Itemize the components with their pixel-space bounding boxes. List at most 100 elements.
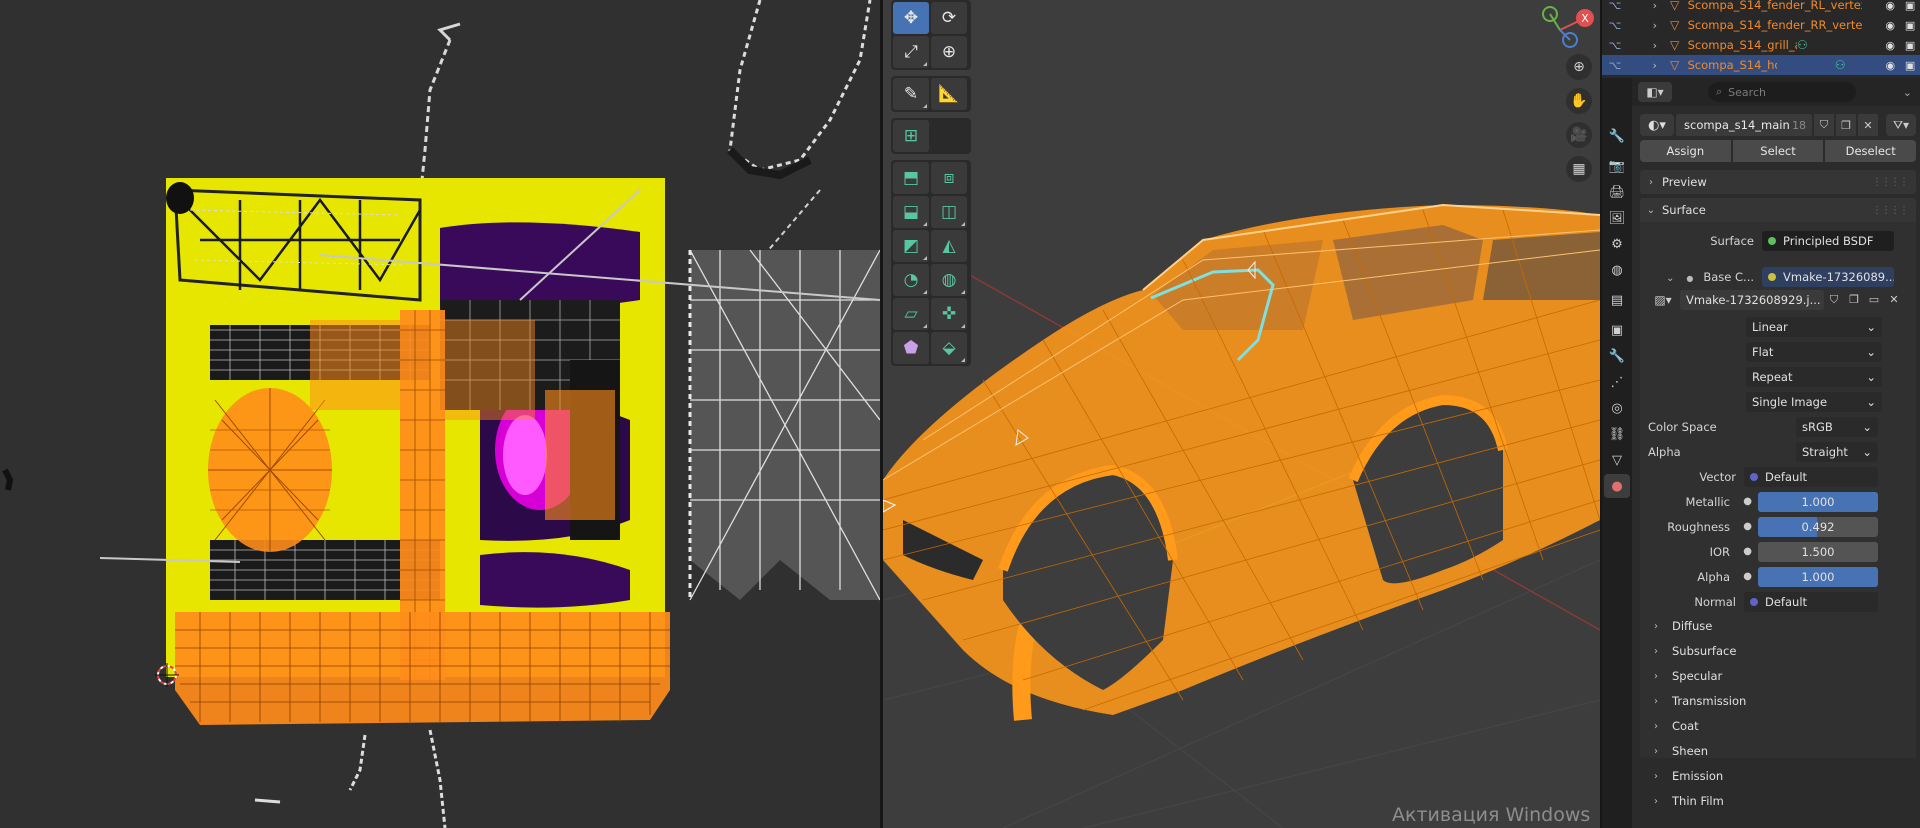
subpanel-diffuse[interactable]: › Diffuse [1640,614,1916,638]
roughness-slider[interactable]: 0.492 [1758,516,1878,537]
3d-viewport[interactable]: ✥ ⟳ ⤢ ⊕ ✎ 📐 ⊞ ⬒ ⧈ ⬓ ◫ ◩ ◭ ◔ ◍ ▱ ✜ ⬟ ⬙ X … [883,0,1600,828]
projection-dropdown[interactable]: Flat ⌄ [1746,341,1882,362]
move-tool-icon[interactable]: ✥ [893,2,929,34]
annotate-tool-icon[interactable]: ✎ [893,78,929,110]
unlink-close-icon[interactable]: ✕ [1858,114,1878,136]
subpanel-subsurface[interactable]: › Subsurface [1640,639,1916,663]
scene-tab-icon[interactable]: ⚙ [1604,232,1630,256]
outliner-row-selected[interactable]: ⌥ › ▽ Scompa_S14_hood ⚇ ◉ ▣ [1602,55,1920,75]
render-camera-icon[interactable]: ▣ [1900,39,1920,52]
keyframe-dot-icon[interactable]: ● [1738,546,1758,557]
inset-tool-icon[interactable]: ⧈ [931,162,967,194]
uv-canvas[interactable] [0,0,880,828]
node-filter-icon[interactable]: ⛛▾ [1886,114,1916,136]
keyframe-dot-icon[interactable]: ● [1738,571,1758,582]
object-tab-icon[interactable]: ▣ [1604,318,1630,342]
render-tab-icon[interactable]: 📷 [1604,154,1630,178]
extrude-tool-icon[interactable]: ⬒ [893,162,929,194]
ior-field[interactable]: 1.500 [1758,541,1878,562]
surface-shader-field[interactable]: Principled BSDF [1762,230,1894,251]
image-browse-icon[interactable]: ▨▾ [1648,290,1678,310]
subpanel-coat[interactable]: › Coat [1640,714,1916,738]
properties-search[interactable]: ⌕ Search [1708,82,1856,102]
material-browse-icon[interactable]: ◐▾ [1640,114,1674,136]
smooth-tool-icon[interactable]: ◍ [931,264,967,296]
alpha-slider[interactable]: 1.000 [1758,566,1878,587]
shrink-fatten-tool-icon[interactable]: ✜ [931,298,967,330]
modifier-tab-icon[interactable]: 🔧 [1604,344,1630,368]
transform-tool-icon[interactable]: ⊕ [931,36,967,68]
surface-panel-header[interactable]: ⌄ Surface ⋮⋮⋮⋮ [1640,198,1916,222]
color-space-dropdown[interactable]: sRGB ⌄ [1796,416,1878,437]
duplicate-material-icon[interactable]: ❐ [1836,114,1856,136]
world-tab-icon[interactable]: ◍ [1604,258,1630,282]
data-tab-icon[interactable]: ▽ [1604,448,1630,472]
editor-type-icon[interactable]: ◧▾ [1638,82,1672,102]
image-source-dropdown[interactable]: Single Image ⌄ [1746,391,1882,412]
drag-grip-icon[interactable]: ⋮⋮⋮⋮ [1872,205,1909,216]
subpanel-sheen[interactable]: › Sheen [1640,739,1916,763]
poly-build-tool-icon[interactable]: ◭ [931,230,967,262]
drag-grip-icon[interactable]: ⋮⋮⋮⋮ [1872,177,1909,188]
expand-chevron-icon[interactable]: › [1644,59,1666,72]
edge-slide-tool-icon[interactable]: ▱ [893,298,929,330]
ortho-grid-icon[interactable]: ▦ [1566,156,1592,182]
material-name-field[interactable]: scompa_s14_main 18 [1676,114,1812,136]
deselect-button[interactable]: Deselect [1825,140,1917,162]
expand-chevron-icon[interactable]: › [1644,39,1666,52]
subpanel-specular[interactable]: › Specular [1640,664,1916,688]
extension-dropdown[interactable]: Repeat ⌄ [1746,366,1882,387]
fake-user-shield-icon[interactable]: ⛉ [1814,114,1834,136]
physics-tab-icon[interactable]: ◎ [1604,396,1630,420]
image-name-field[interactable]: Vmake-1732608929.j... [1680,289,1824,310]
view-layer-tab-icon[interactable]: 🖼 [1604,206,1630,230]
subpanel-thin-film[interactable]: › Thin Film [1640,789,1916,813]
output-tab-icon[interactable]: 🖨 [1604,180,1630,204]
bevel-tool-icon[interactable]: ⬓ [893,196,929,228]
metallic-slider[interactable]: 1.000 [1758,491,1878,512]
knife-tool-icon[interactable]: ◩ [893,230,929,262]
open-folder-icon[interactable]: ▭ [1864,290,1884,310]
subpanel-emission[interactable]: › Emission [1640,764,1916,788]
expand-chevron-icon[interactable]: › [1644,19,1666,32]
render-camera-icon[interactable]: ▣ [1900,19,1920,32]
assign-button[interactable]: Assign [1640,140,1731,162]
uv-editor[interactable] [0,0,880,828]
image-unlink-icon[interactable]: ✕ [1884,290,1904,310]
collection-tab-icon[interactable]: ▤ [1604,288,1630,312]
keyframe-dot-icon[interactable]: ● [1738,496,1758,507]
spin-tool-icon[interactable]: ◔ [893,264,929,296]
interpolation-dropdown[interactable]: Linear ⌄ [1746,316,1882,337]
pan-hand-icon[interactable]: ✋ [1566,88,1592,114]
measure-tool-icon[interactable]: 📐 [931,78,967,110]
alpha-mode-dropdown[interactable]: Straight ⌄ [1796,441,1878,462]
image-shield-icon[interactable]: ⛉ [1824,290,1844,310]
keyframe-dot-icon[interactable]: ● [1738,521,1758,532]
shear-tool-icon[interactable]: ⬟ [893,332,929,364]
loop-cut-tool-icon[interactable]: ◫ [931,196,967,228]
navigation-gizmo[interactable]: X [1520,0,1600,56]
tool-tab-icon[interactable]: 🔧 [1604,124,1630,148]
rotate-tool-icon[interactable]: ⟳ [931,2,967,34]
eye-icon[interactable]: ◉ [1880,39,1900,52]
material-tab-icon[interactable]: ● [1604,474,1630,498]
particles-tab-icon[interactable]: ⋰ [1604,370,1630,394]
outliner-row[interactable]: ⌥ › ▽ Scompa_S14_fender_RR_vertex ◉ ▣ [1602,15,1920,35]
rip-region-tool-icon[interactable]: ⬙ [931,332,967,364]
scale-tool-icon[interactable]: ⤢ [893,36,929,68]
camera-view-icon[interactable]: 🎥 [1566,122,1592,148]
zoom-icon[interactable]: ⊕ [1566,54,1592,80]
constraints-tab-icon[interactable]: ⛓ [1604,422,1630,446]
preview-panel-header[interactable]: › Preview ⋮⋮⋮⋮ [1640,170,1916,194]
base-color-texture-field[interactable]: Vmake-17326089... [1762,266,1894,287]
vector-field[interactable]: Default [1744,466,1878,487]
render-camera-icon[interactable]: ▣ [1900,0,1920,12]
eye-icon[interactable]: ◉ [1880,19,1900,32]
eye-icon[interactable]: ◉ [1880,59,1900,72]
outliner-row[interactable]: ⌥ › ▽ Scompa_S14_fender_RL_vertex ◉ ▣ [1602,0,1920,15]
normal-field[interactable]: Default [1744,591,1878,612]
add-cube-tool-icon[interactable]: ⊞ [893,120,929,152]
select-button[interactable]: Select [1732,140,1824,162]
expand-chevron-icon[interactable]: › [1644,0,1666,12]
eye-icon[interactable]: ◉ [1880,0,1900,12]
